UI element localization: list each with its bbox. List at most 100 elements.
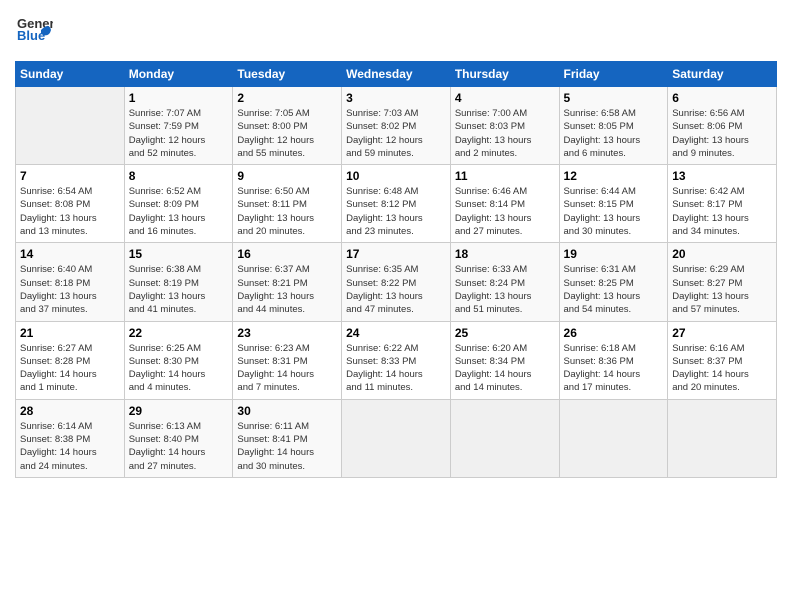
day-number: 12 [564,169,664,183]
calendar-cell: 5 Sunrise: 6:58 AMSunset: 8:05 PMDaylight… [559,87,668,165]
day-number: 27 [672,326,772,340]
calendar-cell: 18Sunrise: 6:33 AMSunset: 8:24 PMDayligh… [450,243,559,321]
day-number: 1 [129,91,229,105]
day-info: Sunrise: 6:31 AMSunset: 8:25 PMDaylight:… [564,263,664,316]
calendar-cell: 11 Sunrise: 6:46 AMSunset: 8:14 PMDayligh… [450,165,559,243]
day-info: Sunrise: 6:38 AMSunset: 8:19 PMDaylight:… [129,263,229,316]
day-info: Sunrise: 6:54 AMSunset: 8:08 PMDaylight:… [20,185,120,238]
col-header-sunday: Sunday [16,62,125,87]
calendar-cell: 16 Sunrise: 6:37 AMSunset: 8:21 PMDayligh… [233,243,342,321]
day-info: Sunrise: 6:52 AMSunset: 8:09 PMDaylight:… [129,185,229,238]
day-info: Sunrise: 6:42 AMSunset: 8:17 PMDaylight:… [672,185,772,238]
calendar-cell: 15 Sunrise: 6:38 AMSunset: 8:19 PMDayligh… [124,243,233,321]
day-number: 13 [672,169,772,183]
day-info: Sunrise: 6:20 AMSunset: 8:34 PMDaylight:… [455,342,555,395]
day-info: Sunrise: 6:27 AMSunset: 8:28 PMDaylight:… [20,342,120,395]
day-number: 15 [129,247,229,261]
calendar-cell: 2 Sunrise: 7:05 AMSunset: 8:00 PMDaylight… [233,87,342,165]
calendar-cell: 20 Sunrise: 6:29 AMSunset: 8:27 PMDayligh… [668,243,777,321]
day-info: Sunrise: 6:23 AMSunset: 8:31 PMDaylight:… [237,342,337,395]
calendar-table: SundayMondayTuesdayWednesdayThursdayFrid… [15,61,777,478]
day-info: Sunrise: 6:25 AMSunset: 8:30 PMDaylight:… [129,342,229,395]
day-info: Sunrise: 7:03 AMSunset: 8:02 PMDaylight:… [346,107,446,160]
day-number: 24 [346,326,446,340]
day-number: 26 [564,326,664,340]
calendar-cell: 23 Sunrise: 6:23 AMSunset: 8:31 PMDayligh… [233,321,342,399]
day-number: 20 [672,247,772,261]
col-header-wednesday: Wednesday [342,62,451,87]
day-info: Sunrise: 6:11 AMSunset: 8:41 PMDaylight:… [237,420,337,473]
calendar-cell: 26 Sunrise: 6:18 AMSunset: 8:36 PMDayligh… [559,321,668,399]
calendar-cell: 19Sunrise: 6:31 AMSunset: 8:25 PMDayligh… [559,243,668,321]
calendar-cell: 28 Sunrise: 6:14 AMSunset: 8:38 PMDayligh… [16,399,125,477]
calendar-cell [668,399,777,477]
calendar-cell: 13 Sunrise: 6:42 AMSunset: 8:17 PMDayligh… [668,165,777,243]
main-container: General Blue SundayMondayTuesdayWednesda… [0,0,792,488]
day-number: 11 [455,169,555,183]
calendar-cell: 27 Sunrise: 6:16 AMSunset: 8:37 PMDayligh… [668,321,777,399]
day-info: Sunrise: 6:48 AMSunset: 8:12 PMDaylight:… [346,185,446,238]
day-number: 23 [237,326,337,340]
calendar-cell: 10 Sunrise: 6:48 AMSunset: 8:12 PMDayligh… [342,165,451,243]
day-info: Sunrise: 6:14 AMSunset: 8:38 PMDaylight:… [20,420,120,473]
day-info: Sunrise: 6:40 AMSunset: 8:18 PMDaylight:… [20,263,120,316]
day-number: 6 [672,91,772,105]
calendar-cell: 17 Sunrise: 6:35 AMSunset: 8:22 PMDayligh… [342,243,451,321]
day-number: 30 [237,404,337,418]
day-info: Sunrise: 7:05 AMSunset: 8:00 PMDaylight:… [237,107,337,160]
day-info: Sunrise: 6:58 AMSunset: 8:05 PMDaylight:… [564,107,664,160]
day-number: 5 [564,91,664,105]
calendar-cell: 12 Sunrise: 6:44 AMSunset: 8:15 PMDayligh… [559,165,668,243]
day-number: 28 [20,404,120,418]
day-info: Sunrise: 6:46 AMSunset: 8:14 PMDaylight:… [455,185,555,238]
calendar-cell: 14Sunrise: 6:40 AMSunset: 8:18 PMDayligh… [16,243,125,321]
col-header-friday: Friday [559,62,668,87]
col-header-saturday: Saturday [668,62,777,87]
calendar-cell [342,399,451,477]
calendar-cell: 7 Sunrise: 6:54 AMSunset: 8:08 PMDaylight… [16,165,125,243]
day-info: Sunrise: 6:16 AMSunset: 8:37 PMDaylight:… [672,342,772,395]
header: General Blue [15,10,777,53]
day-info: Sunrise: 6:13 AMSunset: 8:40 PMDaylight:… [129,420,229,473]
calendar-cell [450,399,559,477]
day-info: Sunrise: 6:33 AMSunset: 8:24 PMDaylight:… [455,263,555,316]
day-info: Sunrise: 6:50 AMSunset: 8:11 PMDaylight:… [237,185,337,238]
col-header-monday: Monday [124,62,233,87]
calendar-cell: 30 Sunrise: 6:11 AMSunset: 8:41 PMDayligh… [233,399,342,477]
calendar-cell: 22Sunrise: 6:25 AMSunset: 8:30 PMDayligh… [124,321,233,399]
calendar-cell: 1 Sunrise: 7:07 AMSunset: 7:59 PMDaylight… [124,87,233,165]
day-number: 10 [346,169,446,183]
calendar-cell [16,87,125,165]
calendar-cell: 24 Sunrise: 6:22 AMSunset: 8:33 PMDayligh… [342,321,451,399]
calendar-cell: 4Sunrise: 7:00 AMSunset: 8:03 PMDaylight… [450,87,559,165]
day-number: 29 [129,404,229,418]
calendar-cell: 9 Sunrise: 6:50 AMSunset: 8:11 PMDaylight… [233,165,342,243]
calendar-cell: 3 Sunrise: 7:03 AMSunset: 8:02 PMDaylight… [342,87,451,165]
day-info: Sunrise: 7:07 AMSunset: 7:59 PMDaylight:… [129,107,229,160]
day-number: 16 [237,247,337,261]
day-info: Sunrise: 6:35 AMSunset: 8:22 PMDaylight:… [346,263,446,316]
calendar-cell: 25Sunrise: 6:20 AMSunset: 8:34 PMDayligh… [450,321,559,399]
day-info: Sunrise: 6:29 AMSunset: 8:27 PMDaylight:… [672,263,772,316]
day-info: Sunrise: 6:56 AMSunset: 8:06 PMDaylight:… [672,107,772,160]
calendar-cell: 21 Sunrise: 6:27 AMSunset: 8:28 PMDayligh… [16,321,125,399]
day-number: 21 [20,326,120,340]
day-number: 8 [129,169,229,183]
day-info: Sunrise: 6:18 AMSunset: 8:36 PMDaylight:… [564,342,664,395]
day-number: 2 [237,91,337,105]
day-info: Sunrise: 6:44 AMSunset: 8:15 PMDaylight:… [564,185,664,238]
day-number: 7 [20,169,120,183]
calendar-cell: 8 Sunrise: 6:52 AMSunset: 8:09 PMDaylight… [124,165,233,243]
svg-text:Blue: Blue [17,28,45,43]
col-header-thursday: Thursday [450,62,559,87]
day-info: Sunrise: 6:22 AMSunset: 8:33 PMDaylight:… [346,342,446,395]
day-number: 17 [346,247,446,261]
day-number: 3 [346,91,446,105]
day-number: 9 [237,169,337,183]
day-info: Sunrise: 6:37 AMSunset: 8:21 PMDaylight:… [237,263,337,316]
col-header-tuesday: Tuesday [233,62,342,87]
calendar-cell [559,399,668,477]
day-number: 4 [455,91,555,105]
calendar-cell: 29 Sunrise: 6:13 AMSunset: 8:40 PMDayligh… [124,399,233,477]
calendar-cell: 6 Sunrise: 6:56 AMSunset: 8:06 PMDaylight… [668,87,777,165]
